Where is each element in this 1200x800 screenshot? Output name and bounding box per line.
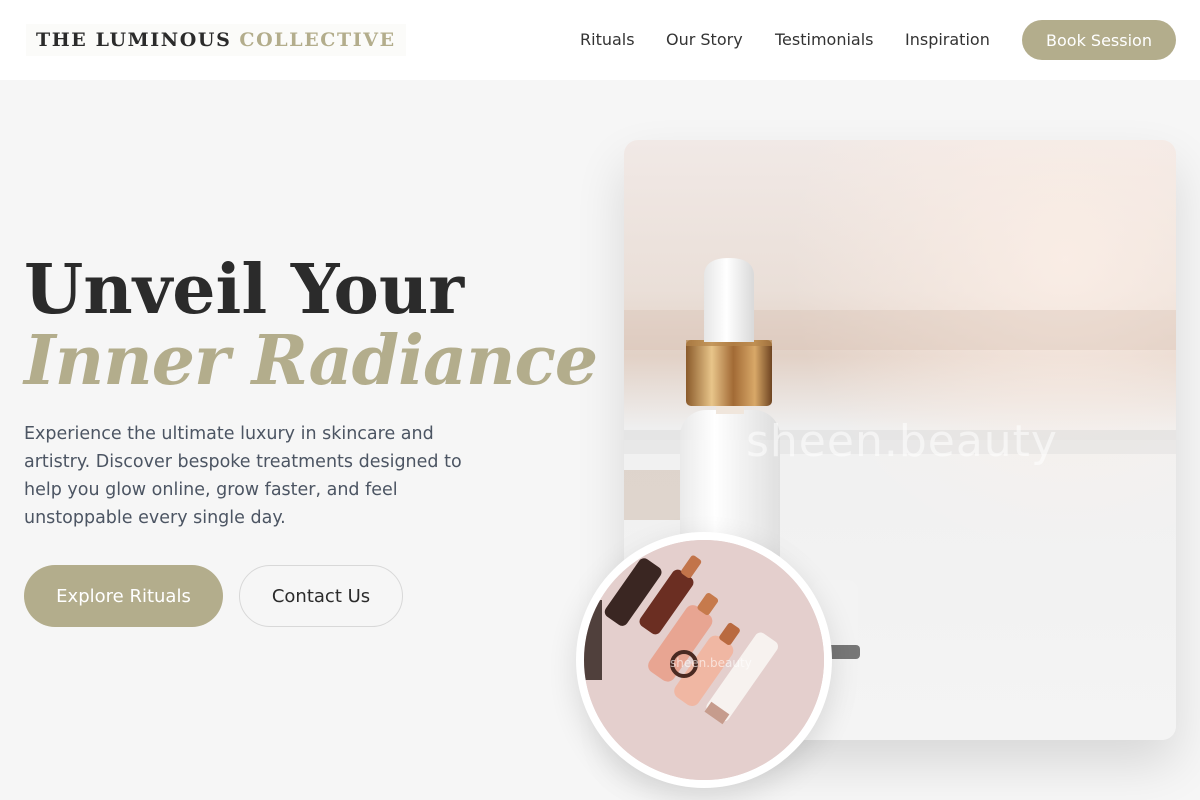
brand-logo[interactable]: THE LUMINOUS COLLECTIVE (26, 24, 406, 56)
brand-name-accent: COLLECTIVE (239, 29, 396, 51)
contact-us-button[interactable]: Contact Us (239, 565, 403, 627)
site-header: THE LUMINOUS COLLECTIVE Rituals Our Stor… (0, 0, 1200, 80)
accent-circle-image: sheen.beauty (576, 532, 832, 788)
hero-title-line1: Unveil Your (24, 250, 465, 330)
nav-link-testimonials[interactable]: Testimonials (775, 29, 874, 51)
nav-link-rituals[interactable]: Rituals (580, 29, 635, 51)
brand-name-primary: THE LUMINOUS (36, 29, 232, 51)
nav-link-inspiration[interactable]: Inspiration (905, 29, 990, 51)
circle-image-watermark: sheen.beauty (670, 656, 752, 670)
book-session-button[interactable]: Book Session (1022, 20, 1176, 60)
main-image-watermark: sheen.beauty (746, 416, 1058, 467)
hero-title-line2: Inner Radiance (24, 321, 598, 401)
hero-description: Experience the ultimate luxury in skinca… (24, 424, 462, 528)
nav-link-our-story[interactable]: Our Story (666, 29, 743, 51)
explore-rituals-button[interactable]: Explore Rituals (24, 565, 223, 627)
